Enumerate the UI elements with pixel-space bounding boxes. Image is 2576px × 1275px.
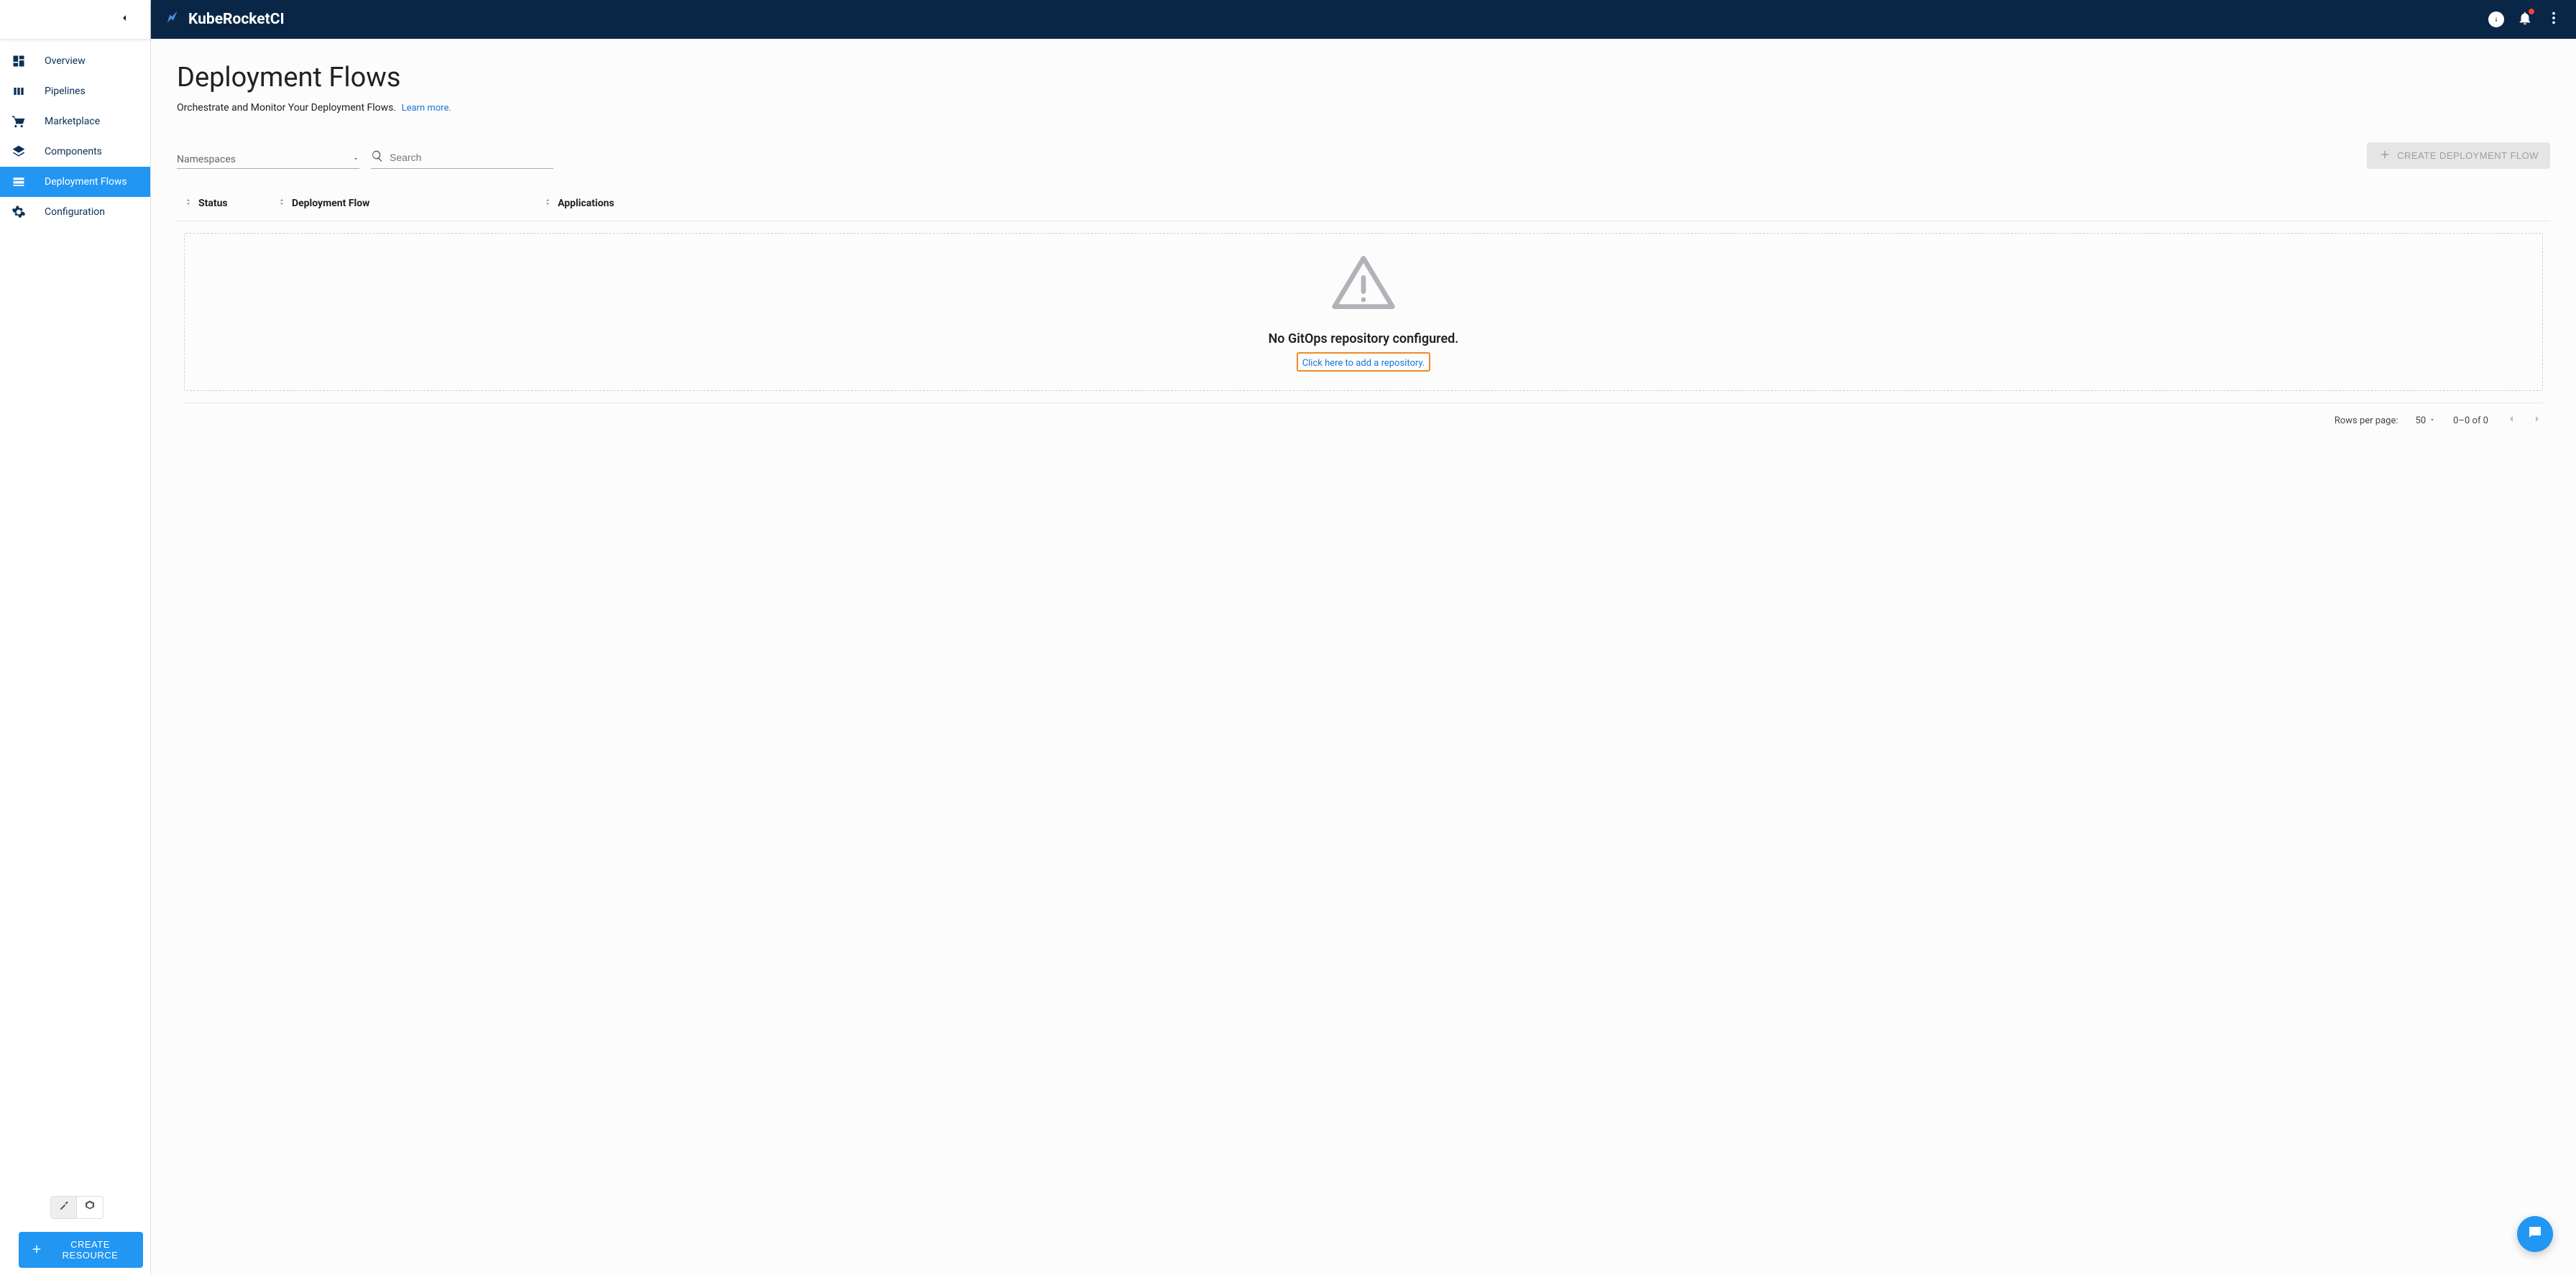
cart-icon	[12, 114, 45, 129]
sidebar-collapse-button[interactable]	[0, 0, 150, 39]
table-header: Status Deployment Flow Applications	[177, 186, 2550, 221]
notification-dot	[2529, 9, 2534, 14]
page-subtitle-text: Orchestrate and Monitor Your Deployment …	[177, 102, 396, 114]
sidebar-item-pipelines[interactable]: Pipelines	[0, 76, 150, 106]
sidebar-item-label: Configuration	[45, 206, 105, 218]
sidebar-item-label: Deployment Flows	[45, 176, 127, 188]
next-page-button[interactable]	[2531, 413, 2543, 428]
chevron-left-icon	[119, 12, 130, 27]
column-apps-label: Applications	[558, 198, 615, 209]
warning-icon	[1329, 251, 1398, 317]
add-repository-link[interactable]: Click here to add a repository.	[1302, 358, 1425, 369]
page-subtitle: Orchestrate and Monitor Your Deployment …	[177, 102, 2550, 114]
search-input[interactable]	[390, 152, 553, 163]
chat-icon	[2526, 1224, 2544, 1244]
sidebar-item-marketplace[interactable]: Marketplace	[0, 106, 150, 137]
sidebar-item-components[interactable]: Components	[0, 137, 150, 167]
footer-rocket-button[interactable]	[51, 1197, 77, 1218]
learn-more-link[interactable]: Learn more.	[402, 103, 451, 114]
sidebar-footer: CREATE RESOURCE	[0, 1189, 150, 1275]
namespaces-select[interactable]: Namespaces	[177, 151, 359, 169]
column-status[interactable]: Status	[177, 198, 277, 209]
empty-state-link-highlight: Click here to add a repository.	[1297, 352, 1431, 372]
sort-icon	[184, 198, 193, 209]
create-flow-label: CREATE DEPLOYMENT FLOW	[2397, 150, 2539, 161]
chat-fab[interactable]	[2517, 1216, 2553, 1252]
namespaces-label: Namespaces	[177, 154, 236, 165]
caret-down-icon	[352, 154, 359, 165]
footer-kube-button[interactable]	[77, 1197, 103, 1218]
info-icon	[2488, 11, 2504, 27]
rows-per-page-select[interactable]: 50	[2416, 415, 2437, 426]
brand-icon	[165, 9, 181, 29]
flows-icon	[12, 175, 45, 189]
info-button[interactable]	[2488, 11, 2504, 27]
rocket-icon	[58, 1200, 70, 1215]
search-icon	[371, 149, 384, 165]
dashboard-icon	[12, 54, 45, 68]
kubernetes-icon	[83, 1200, 96, 1215]
sidebar-item-label: Components	[45, 146, 102, 157]
layers-icon	[12, 144, 45, 159]
column-applications[interactable]: Applications	[543, 198, 2550, 209]
more-button[interactable]	[2546, 10, 2562, 29]
pipelines-icon	[12, 84, 45, 98]
sidebar-item-label: Marketplace	[45, 116, 100, 127]
plus-icon	[2378, 148, 2391, 163]
plus-icon	[30, 1243, 43, 1258]
create-deployment-flow-button: CREATE DEPLOYMENT FLOW	[2367, 142, 2550, 169]
brand-name: KubeRocketCI	[188, 11, 285, 28]
column-status-label: Status	[198, 198, 228, 209]
notifications-button[interactable]	[2517, 10, 2533, 29]
create-resource-button[interactable]: CREATE RESOURCE	[19, 1232, 143, 1268]
sort-icon	[277, 198, 286, 209]
footer-mode-buttons	[50, 1196, 104, 1219]
bell-icon	[2517, 15, 2533, 29]
sidebar: Overview Pipelines Marketplace Component…	[0, 0, 151, 1275]
empty-state-title: No GitOps repository configured.	[1269, 331, 1459, 346]
pagination: Rows per page: 50 0–0 of 0	[177, 403, 2550, 428]
caret-down-icon	[2429, 415, 2436, 426]
empty-state: No GitOps repository configured. Click h…	[184, 233, 2543, 391]
rows-per-page-label: Rows per page:	[2334, 415, 2398, 426]
sort-icon	[543, 198, 552, 209]
search-field[interactable]	[371, 147, 553, 169]
sidebar-nav: Overview Pipelines Marketplace Component…	[0, 39, 150, 1189]
topbar: KubeRocketCI	[151, 0, 2576, 39]
create-resource-label: CREATE RESOURCE	[49, 1239, 132, 1261]
sidebar-item-deployment-flows[interactable]: Deployment Flows	[0, 167, 150, 197]
brand[interactable]: KubeRocketCI	[165, 9, 285, 29]
column-flow-label: Deployment Flow	[292, 198, 369, 209]
more-vert-icon	[2546, 15, 2562, 29]
gear-icon	[12, 205, 45, 219]
sidebar-item-label: Pipelines	[45, 86, 86, 97]
sidebar-item-configuration[interactable]: Configuration	[0, 197, 150, 227]
content: Deployment Flows Orchestrate and Monitor…	[151, 39, 2576, 1275]
prev-page-button[interactable]	[2506, 413, 2517, 428]
page-title: Deployment Flows	[177, 62, 2550, 93]
rows-per-page-value: 50	[2416, 415, 2426, 426]
sidebar-item-overview[interactable]: Overview	[0, 46, 150, 76]
pagination-range: 0–0 of 0	[2453, 415, 2488, 426]
column-deployment-flow[interactable]: Deployment Flow	[277, 198, 543, 209]
sidebar-item-label: Overview	[45, 55, 86, 67]
